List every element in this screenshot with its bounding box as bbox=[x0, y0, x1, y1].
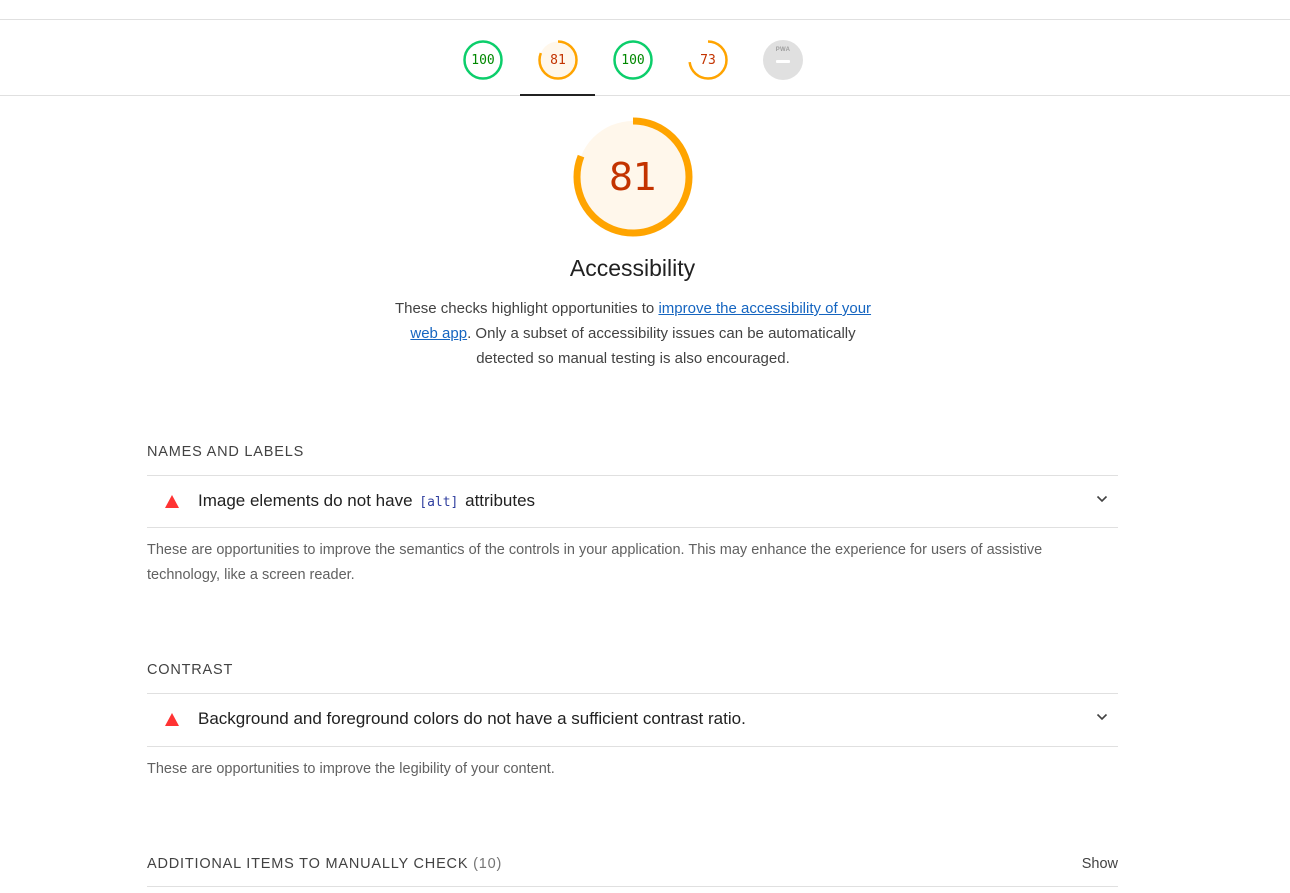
category-description-text-end: . Only a subset of accessibility issues … bbox=[467, 325, 856, 367]
tab-pwa[interactable]: PWA bbox=[745, 20, 821, 96]
group-title-contrast: CONTRAST bbox=[147, 662, 234, 678]
show-manual-items-button[interactable]: Show bbox=[1070, 856, 1118, 872]
audit-title-code: [alt] bbox=[419, 495, 459, 510]
group-description-contrast: These are opportunities to improve the l… bbox=[147, 761, 555, 777]
group-description-names-labels: These are opportunities to improve the s… bbox=[147, 542, 1043, 583]
audit-title-text: Image elements do not have bbox=[198, 491, 418, 510]
tab-best-practices[interactable]: 100 bbox=[595, 20, 671, 96]
tab-accessibility[interactable]: 81 bbox=[520, 20, 596, 96]
score-bar-divider bbox=[0, 95, 1290, 96]
divider bbox=[147, 527, 1118, 528]
pwa-dash-icon bbox=[776, 60, 790, 63]
manual-check-title: ADDITIONAL ITEMS TO MANUALLY CHECK bbox=[147, 856, 469, 872]
chevron-down-icon[interactable] bbox=[1096, 713, 1108, 721]
seo-score: 73 bbox=[700, 53, 716, 68]
tab-performance[interactable]: 100 bbox=[445, 20, 521, 96]
audit-title-text-end: attributes bbox=[460, 491, 536, 510]
divider bbox=[147, 886, 1118, 887]
divider bbox=[147, 746, 1118, 747]
category-score: 81 bbox=[608, 155, 658, 199]
pwa-label: PWA bbox=[775, 47, 791, 53]
audit-image-alt[interactable]: Image elements do not have [alt] attribu… bbox=[147, 476, 1118, 528]
tab-seo[interactable]: 73 bbox=[670, 20, 746, 96]
fail-triangle-icon bbox=[165, 495, 179, 508]
category-title: Accessibility bbox=[569, 255, 696, 281]
manual-check-count: (10) bbox=[473, 856, 503, 872]
performance-score: 100 bbox=[471, 53, 495, 68]
category-description-text: These checks highlight opportunities to bbox=[394, 300, 659, 317]
group-title-manual-check: ADDITIONAL ITEMS TO MANUALLY CHECK (10) bbox=[147, 856, 502, 872]
group-title-names-labels: NAMES AND LABELS bbox=[147, 444, 305, 460]
fail-triangle-icon bbox=[165, 713, 179, 726]
audit-title: Image elements do not have [alt] attribu… bbox=[198, 491, 535, 511]
audit-title: Background and foreground colors do not … bbox=[198, 709, 746, 728]
accessibility-score: 81 bbox=[550, 53, 566, 68]
chevron-down-icon[interactable] bbox=[1096, 495, 1108, 503]
audit-color-contrast[interactable]: Background and foreground colors do not … bbox=[147, 694, 1118, 746]
active-tab-indicator bbox=[520, 94, 595, 96]
category-description: These checks highlight opportunities to … bbox=[388, 296, 878, 371]
best-practices-score: 100 bbox=[621, 53, 645, 68]
